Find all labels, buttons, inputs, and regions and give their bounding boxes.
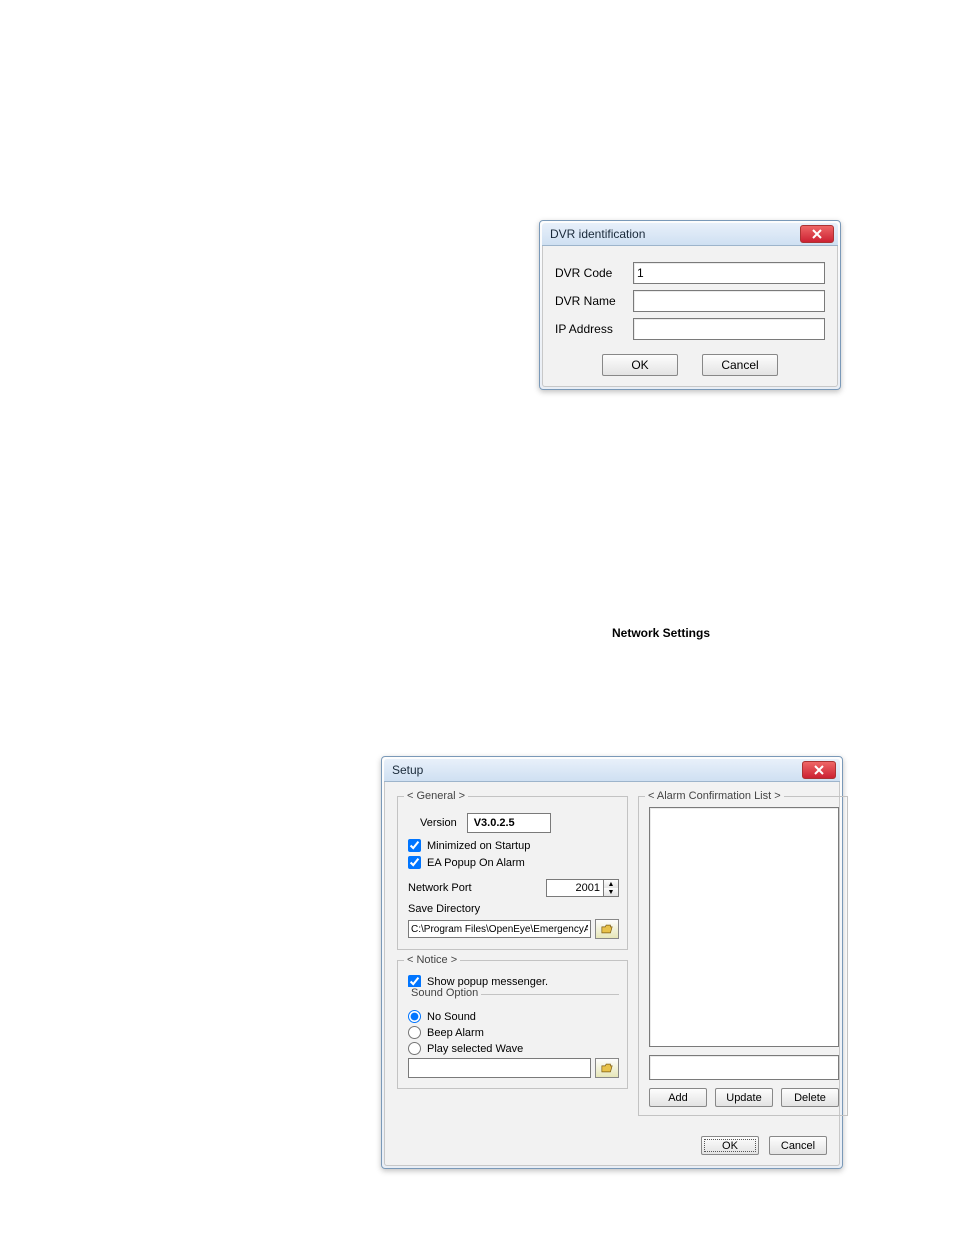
ok-button[interactable]: OK — [701, 1136, 759, 1155]
dvr-identification-dialog: DVR identification DVR Code DVR Name IP … — [539, 220, 841, 390]
version-value: V3.0.2.5 — [467, 813, 551, 833]
titlebar[interactable]: Setup — [384, 759, 840, 782]
ea-popup-input[interactable] — [408, 856, 421, 869]
minimized-startup-label: Minimized on Startup — [427, 840, 530, 852]
cancel-button[interactable]: Cancel — [769, 1136, 827, 1155]
spin-down-icon[interactable]: ▼ — [604, 888, 618, 896]
save-directory-input[interactable] — [408, 920, 591, 938]
close-button[interactable] — [802, 761, 836, 779]
window-title: DVR identification — [550, 227, 645, 241]
folder-open-icon — [601, 924, 613, 934]
network-port-label: Network Port — [408, 882, 472, 894]
notice-legend: < Notice > — [404, 954, 460, 966]
version-label: Version — [420, 817, 457, 829]
alarm-legend: < Alarm Confirmation List > — [645, 790, 784, 802]
folder-open-icon — [601, 1063, 613, 1073]
save-directory-label: Save Directory — [408, 903, 619, 915]
dvr-code-input[interactable] — [633, 262, 825, 284]
ip-address-label: IP Address — [555, 322, 633, 336]
show-popup-label: Show popup messenger. — [427, 976, 548, 988]
general-group: < General > Version V3.0.2.5 Minimized o… — [397, 796, 628, 950]
alarm-name-input[interactable] — [649, 1055, 839, 1080]
ea-popup-checkbox[interactable]: EA Popup On Alarm — [408, 856, 619, 869]
no-sound-radio[interactable]: No Sound — [408, 1010, 619, 1023]
ok-button[interactable]: OK — [602, 354, 678, 376]
cancel-button[interactable]: Cancel — [702, 354, 778, 376]
alarm-confirmation-group: < Alarm Confirmation List > Add Update D… — [638, 796, 848, 1116]
wave-path-input[interactable] — [408, 1058, 591, 1078]
close-button[interactable] — [800, 225, 834, 243]
notice-group: < Notice > Show popup messenger. Sound O… — [397, 960, 628, 1089]
sound-option-group: Sound Option No Sound Beep Alarm Play se… — [408, 994, 619, 1078]
dialog-body: DVR Code DVR Name IP Address OK Cancel — [542, 246, 838, 387]
network-port-input[interactable] — [546, 879, 603, 897]
minimized-startup-checkbox[interactable]: Minimized on Startup — [408, 839, 619, 852]
no-sound-label: No Sound — [427, 1011, 476, 1023]
alarm-listbox[interactable] — [649, 807, 839, 1047]
close-icon — [812, 229, 822, 239]
play-wave-label: Play selected Wave — [427, 1043, 523, 1055]
sound-option-legend: Sound Option — [408, 987, 481, 999]
add-button[interactable]: Add — [649, 1088, 707, 1107]
network-port-spinner[interactable]: ▲ ▼ — [546, 879, 619, 897]
update-button[interactable]: Update — [715, 1088, 773, 1107]
beep-label: Beep Alarm — [427, 1027, 484, 1039]
dvr-name-label: DVR Name — [555, 294, 633, 308]
no-sound-input[interactable] — [408, 1010, 421, 1023]
wave-browse-button[interactable] — [595, 1058, 619, 1078]
dvr-code-label: DVR Code — [555, 266, 633, 280]
play-wave-radio[interactable]: Play selected Wave — [408, 1042, 619, 1055]
play-wave-input[interactable] — [408, 1042, 421, 1055]
window-title: Setup — [392, 763, 423, 777]
browse-button[interactable] — [595, 919, 619, 939]
ip-address-input[interactable] — [633, 318, 825, 340]
beep-radio[interactable]: Beep Alarm — [408, 1026, 619, 1039]
titlebar[interactable]: DVR identification — [542, 223, 838, 246]
dvr-name-input[interactable] — [633, 290, 825, 312]
minimized-startup-input[interactable] — [408, 839, 421, 852]
setup-dialog: Setup < General > Version V3.0.2.5 Minim… — [381, 756, 843, 1169]
close-icon — [814, 765, 824, 775]
beep-input[interactable] — [408, 1026, 421, 1039]
spin-up-icon[interactable]: ▲ — [604, 880, 618, 888]
delete-button[interactable]: Delete — [781, 1088, 839, 1107]
section-heading: Network Settings — [612, 626, 710, 640]
ea-popup-label: EA Popup On Alarm — [427, 857, 525, 869]
dialog-body: < General > Version V3.0.2.5 Minimized o… — [384, 782, 840, 1166]
general-legend: < General > — [404, 790, 468, 802]
